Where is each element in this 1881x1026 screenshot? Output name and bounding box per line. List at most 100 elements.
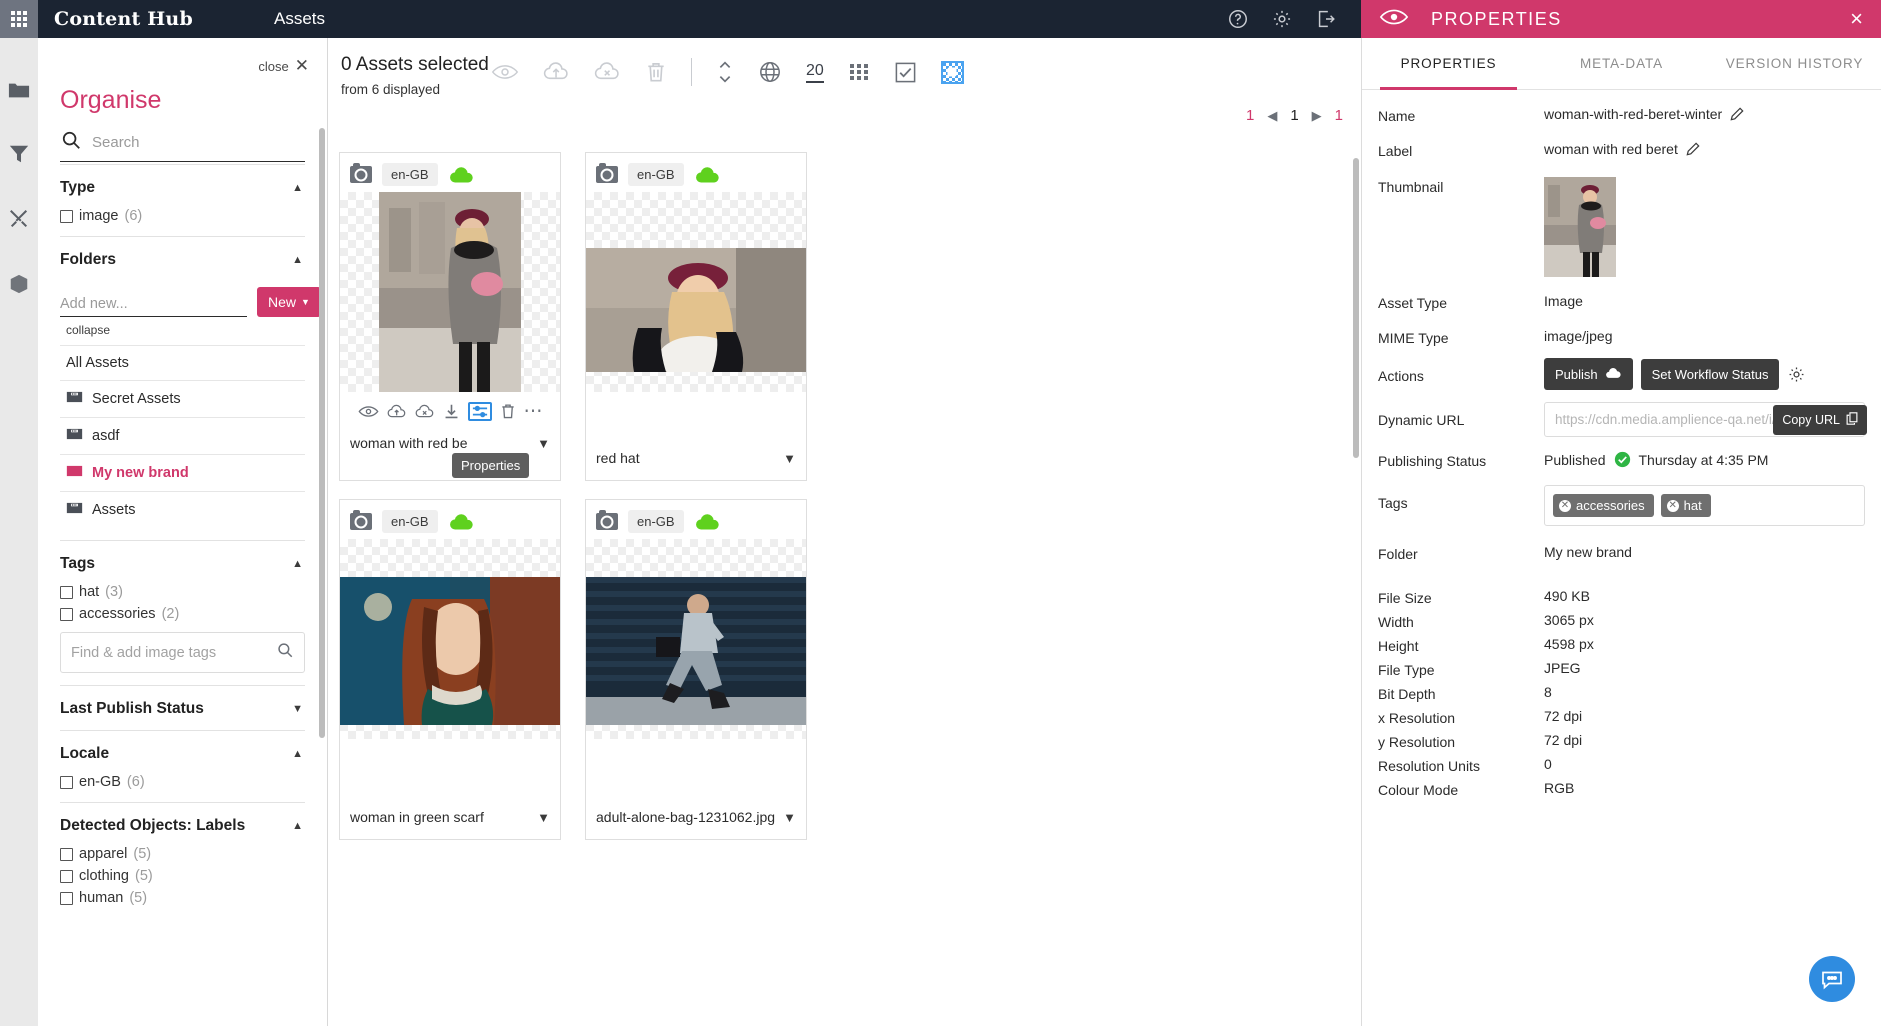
- tab-version-history[interactable]: VERSION HISTORY: [1708, 38, 1881, 90]
- chevron-down-icon[interactable]: ▼: [537, 810, 550, 825]
- folder-item-all-assets[interactable]: All Assets: [60, 345, 305, 380]
- thumbnail-preview[interactable]: [1544, 177, 1616, 277]
- search-box[interactable]: [60, 129, 305, 162]
- facet-type-header[interactable]: Type ▲: [60, 179, 305, 197]
- tab-properties[interactable]: PROPERTIES: [1362, 38, 1535, 90]
- grid-view-icon[interactable]: [848, 61, 870, 83]
- tab-meta-data[interactable]: META-DATA: [1535, 38, 1708, 90]
- select-all-checkbox-icon[interactable]: [894, 61, 917, 84]
- facet-locale-header[interactable]: Locale ▲: [60, 745, 305, 763]
- asset-thumbnail[interactable]: [340, 539, 560, 739]
- page-size-selector[interactable]: 20: [806, 62, 824, 83]
- chevron-down-icon[interactable]: ▼: [783, 451, 796, 466]
- tag-chip[interactable]: ✕ accessories: [1553, 494, 1654, 517]
- remove-tag-icon[interactable]: ✕: [1666, 499, 1679, 512]
- checkbox[interactable]: [60, 891, 73, 905]
- facet-folders-header[interactable]: Folders ▲: [60, 251, 305, 269]
- facet-tags-header[interactable]: Tags ▲: [60, 555, 305, 573]
- delete-trash-icon[interactable]: [500, 403, 516, 420]
- set-workflow-status-button[interactable]: Set Workflow Status: [1640, 358, 1780, 390]
- download-icon[interactable]: [443, 403, 460, 420]
- asset-thumbnail[interactable]: [340, 192, 560, 392]
- organise-scrollbar[interactable]: [319, 128, 325, 738]
- copy-url-button[interactable]: Copy URL: [1773, 404, 1867, 435]
- checkbox[interactable]: [60, 869, 73, 883]
- publish-button[interactable]: Publish: [1544, 358, 1633, 390]
- asset-thumbnail[interactable]: [586, 192, 806, 392]
- new-folder-button[interactable]: New ▼: [257, 287, 321, 317]
- find-tags-input[interactable]: [71, 644, 270, 661]
- close-icon[interactable]: ✕: [295, 56, 309, 76]
- pagination-first[interactable]: 1: [1246, 107, 1254, 124]
- facet-object-item-human[interactable]: human (5): [60, 890, 305, 906]
- chevron-down-icon[interactable]: ▼: [292, 703, 303, 715]
- find-tags-box[interactable]: [60, 632, 305, 673]
- close-icon[interactable]: ×: [1850, 8, 1863, 30]
- delete-trash-icon[interactable]: [645, 61, 667, 84]
- edit-pencil-icon[interactable]: [1730, 107, 1744, 121]
- unpublish-cloud-x-icon[interactable]: [594, 61, 621, 83]
- search-input[interactable]: [92, 134, 305, 151]
- publish-cloud-up-icon[interactable]: [387, 404, 407, 420]
- publish-cloud-up-icon[interactable]: [543, 61, 570, 83]
- transparency-checker-icon[interactable]: [940, 60, 964, 84]
- search-icon[interactable]: [276, 641, 294, 664]
- chat-bubble-icon[interactable]: [1809, 956, 1855, 1002]
- facet-locale-item-en-gb[interactable]: en-GB (6): [60, 774, 305, 790]
- checkbox[interactable]: [60, 847, 73, 861]
- pagination-next-icon[interactable]: ▶: [1312, 108, 1322, 124]
- facet-object-item-clothing[interactable]: clothing (5): [60, 868, 305, 884]
- close-organise-button[interactable]: close ✕: [38, 38, 327, 76]
- facet-tags-item-accessories[interactable]: accessories (2): [60, 606, 305, 622]
- chevron-up-icon[interactable]: ▲: [292, 182, 303, 194]
- facet-object-item-apparel[interactable]: apparel (5): [60, 846, 305, 862]
- folder-item-assets[interactable]: Assets: [60, 491, 305, 528]
- chevron-up-icon[interactable]: ▲: [292, 254, 303, 266]
- asset-card[interactable]: en-GB: [585, 499, 807, 840]
- chevron-up-icon[interactable]: ▲: [292, 558, 303, 570]
- asset-thumbnail[interactable]: [586, 539, 806, 739]
- folder-item-asdf[interactable]: asdf: [60, 417, 305, 454]
- asset-card[interactable]: en-GB: [339, 152, 561, 481]
- collapse-folders-link[interactable]: collapse: [66, 323, 305, 337]
- asset-card[interactable]: en-GB: [339, 499, 561, 840]
- remove-tag-icon[interactable]: ✕: [1559, 499, 1571, 512]
- sort-updown-icon[interactable]: [716, 59, 734, 85]
- edit-pencil-icon[interactable]: [1686, 142, 1700, 156]
- checkbox[interactable]: [60, 775, 73, 789]
- tag-chip[interactable]: ✕ hat: [1660, 494, 1711, 517]
- pagination-prev-icon[interactable]: ◀: [1267, 108, 1277, 124]
- pagination-last[interactable]: 1: [1335, 107, 1343, 124]
- tools-icon[interactable]: [8, 208, 30, 235]
- help-circle-icon[interactable]: [1227, 8, 1249, 30]
- checkbox[interactable]: [60, 209, 73, 223]
- more-ellipsis-icon[interactable]: ⋯: [524, 401, 543, 421]
- facet-last-publish-header[interactable]: Last Publish Status ▼: [60, 700, 305, 718]
- asset-card[interactable]: en-GB: [585, 152, 807, 481]
- unpublish-cloud-x-icon[interactable]: [415, 404, 435, 420]
- apps-grid-icon[interactable]: [0, 0, 38, 38]
- filter-icon[interactable]: [8, 143, 30, 170]
- chevron-down-icon[interactable]: ▼: [537, 436, 550, 451]
- assets-scrollbar[interactable]: [1353, 158, 1359, 458]
- gear-icon[interactable]: [1271, 8, 1293, 30]
- checkbox[interactable]: [60, 607, 73, 621]
- chevron-up-icon[interactable]: ▲: [292, 748, 303, 760]
- box-icon[interactable]: [8, 273, 30, 300]
- chevron-up-icon[interactable]: ▲: [292, 820, 303, 832]
- logout-icon[interactable]: [1315, 8, 1337, 30]
- folder-item-secret-assets[interactable]: Secret Assets: [60, 380, 305, 417]
- facet-tags-item-hat[interactable]: hat (3): [60, 584, 305, 600]
- preview-eye-icon[interactable]: [358, 404, 379, 419]
- preview-eye-icon[interactable]: [491, 62, 519, 82]
- gear-icon[interactable]: [1787, 365, 1806, 384]
- chevron-down-icon[interactable]: ▼: [783, 810, 796, 825]
- add-folder-input[interactable]: [60, 296, 247, 317]
- facet-type-item-image[interactable]: image (6): [60, 208, 305, 224]
- checkbox[interactable]: [60, 585, 73, 599]
- folder-item-my-new-brand[interactable]: My new brand: [60, 454, 305, 491]
- globe-icon[interactable]: [758, 60, 782, 84]
- tags-input-field[interactable]: ✕ accessories ✕ hat: [1544, 485, 1865, 526]
- properties-icon[interactable]: [467, 402, 492, 421]
- folder-icon[interactable]: [8, 80, 30, 105]
